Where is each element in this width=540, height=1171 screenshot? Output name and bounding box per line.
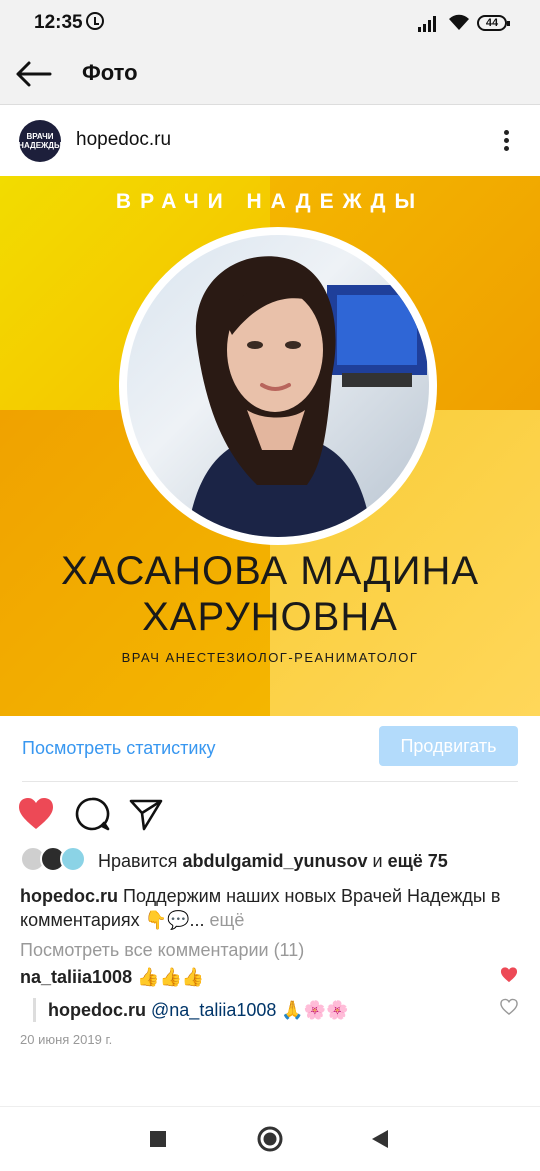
- doctor-name-line1: ХАСАНОВА МАДИНА: [60, 549, 480, 593]
- caption-username[interactable]: hopedoc.ru: [20, 886, 118, 906]
- status-time: 12:35: [34, 12, 83, 33]
- likes-row[interactable]: Нравится abdulgamid_yunusov и ещё 75: [20, 846, 530, 876]
- likes-text: Нравится abdulgamid_yunusov и ещё 75: [98, 851, 448, 872]
- signal-icon: [418, 16, 436, 32]
- avatar-logo-text: ВРАЧИ НАДЕЖДЫ: [18, 132, 62, 150]
- alarm-icon: [86, 12, 104, 30]
- reply-username[interactable]: hopedoc.ru: [48, 1000, 146, 1020]
- nav-home-icon[interactable]: [256, 1125, 284, 1153]
- doctor-name-line2: ХАРУНОВНА: [142, 595, 398, 639]
- likes-user[interactable]: abdulgamid_yunusov: [182, 851, 367, 871]
- insights-bar: Посмотреть статистику Продвигать: [0, 716, 540, 782]
- reply-indent-line: [33, 998, 36, 1022]
- likes-joiner: и: [372, 851, 383, 871]
- system-nav-bar: [0, 1106, 540, 1171]
- nav-square-icon[interactable]: [144, 1125, 172, 1153]
- nav-back-icon[interactable]: [366, 1125, 394, 1153]
- post-header: ВРАЧИ НАДЕЖДЫ hopedoc.ru: [0, 105, 540, 175]
- more-vert-icon[interactable]: [496, 127, 516, 157]
- reply-mention[interactable]: @na_taliia1008: [151, 1000, 276, 1020]
- heart-icon[interactable]: [17, 795, 55, 833]
- image-brand-title: ВРАЧИ НАДЕЖДЫ: [115, 190, 425, 213]
- doctor-role: ВРАЧ АНЕСТЕЗИОЛОГ-РЕАНИМАТОЛОГ: [121, 650, 419, 665]
- caption-more-link[interactable]: ещё: [210, 910, 245, 930]
- comment-row: na_taliia1008 👍👍👍: [20, 967, 204, 988]
- status-bar: 12:35 44: [0, 0, 540, 44]
- view-insights-link[interactable]: Посмотреть статистику: [22, 738, 216, 759]
- comment-text: 👍👍👍: [137, 967, 205, 987]
- comment-username[interactable]: na_taliia1008: [20, 967, 132, 987]
- comment-like-heart-icon[interactable]: [500, 966, 518, 984]
- wifi-icon: [449, 14, 469, 30]
- back-arrow-icon[interactable]: [14, 54, 54, 94]
- reply-row: hopedoc.ru @na_taliia1008 🙏🌸🌸: [48, 1000, 349, 1021]
- share-icon[interactable]: [127, 795, 165, 833]
- portrait-illustration: [187, 256, 427, 537]
- doctor-name: ХАСАНОВА МАДИНА ХАРУНОВНА: [0, 548, 540, 640]
- divider: [22, 781, 518, 782]
- page-title: Фото: [82, 60, 138, 85]
- comment-icon[interactable]: [73, 795, 111, 833]
- liker-avatar: [60, 846, 86, 872]
- view-all-comments-link[interactable]: Посмотреть все комментарии (11): [20, 940, 304, 961]
- reply-like-heart-icon[interactable]: [500, 998, 518, 1016]
- app-bar: Фото: [0, 44, 540, 105]
- avatar[interactable]: ВРАЧИ НАДЕЖДЫ: [18, 120, 62, 162]
- doctor-portrait: [127, 235, 429, 537]
- post-image[interactable]: ВРАЧИ НАДЕЖДЫ ХАСАНОВА МАДИНА ХАРУНОВНА …: [0, 176, 540, 716]
- doctor-photo: [119, 227, 437, 545]
- post-username[interactable]: hopedoc.ru: [76, 129, 171, 151]
- post-caption: hopedoc.ru Поддержим наших новых Врачей …: [20, 884, 520, 932]
- post-date: 20 июня 2019 г.: [20, 1032, 113, 1047]
- promote-button[interactable]: Продвигать: [379, 726, 518, 766]
- post-actions: [0, 795, 540, 835]
- battery-icon: 44: [477, 15, 510, 31]
- likes-prefix: Нравится: [98, 851, 178, 871]
- reply-text: 🙏🌸🌸: [281, 1000, 349, 1020]
- likes-others[interactable]: ещё 75: [388, 851, 448, 871]
